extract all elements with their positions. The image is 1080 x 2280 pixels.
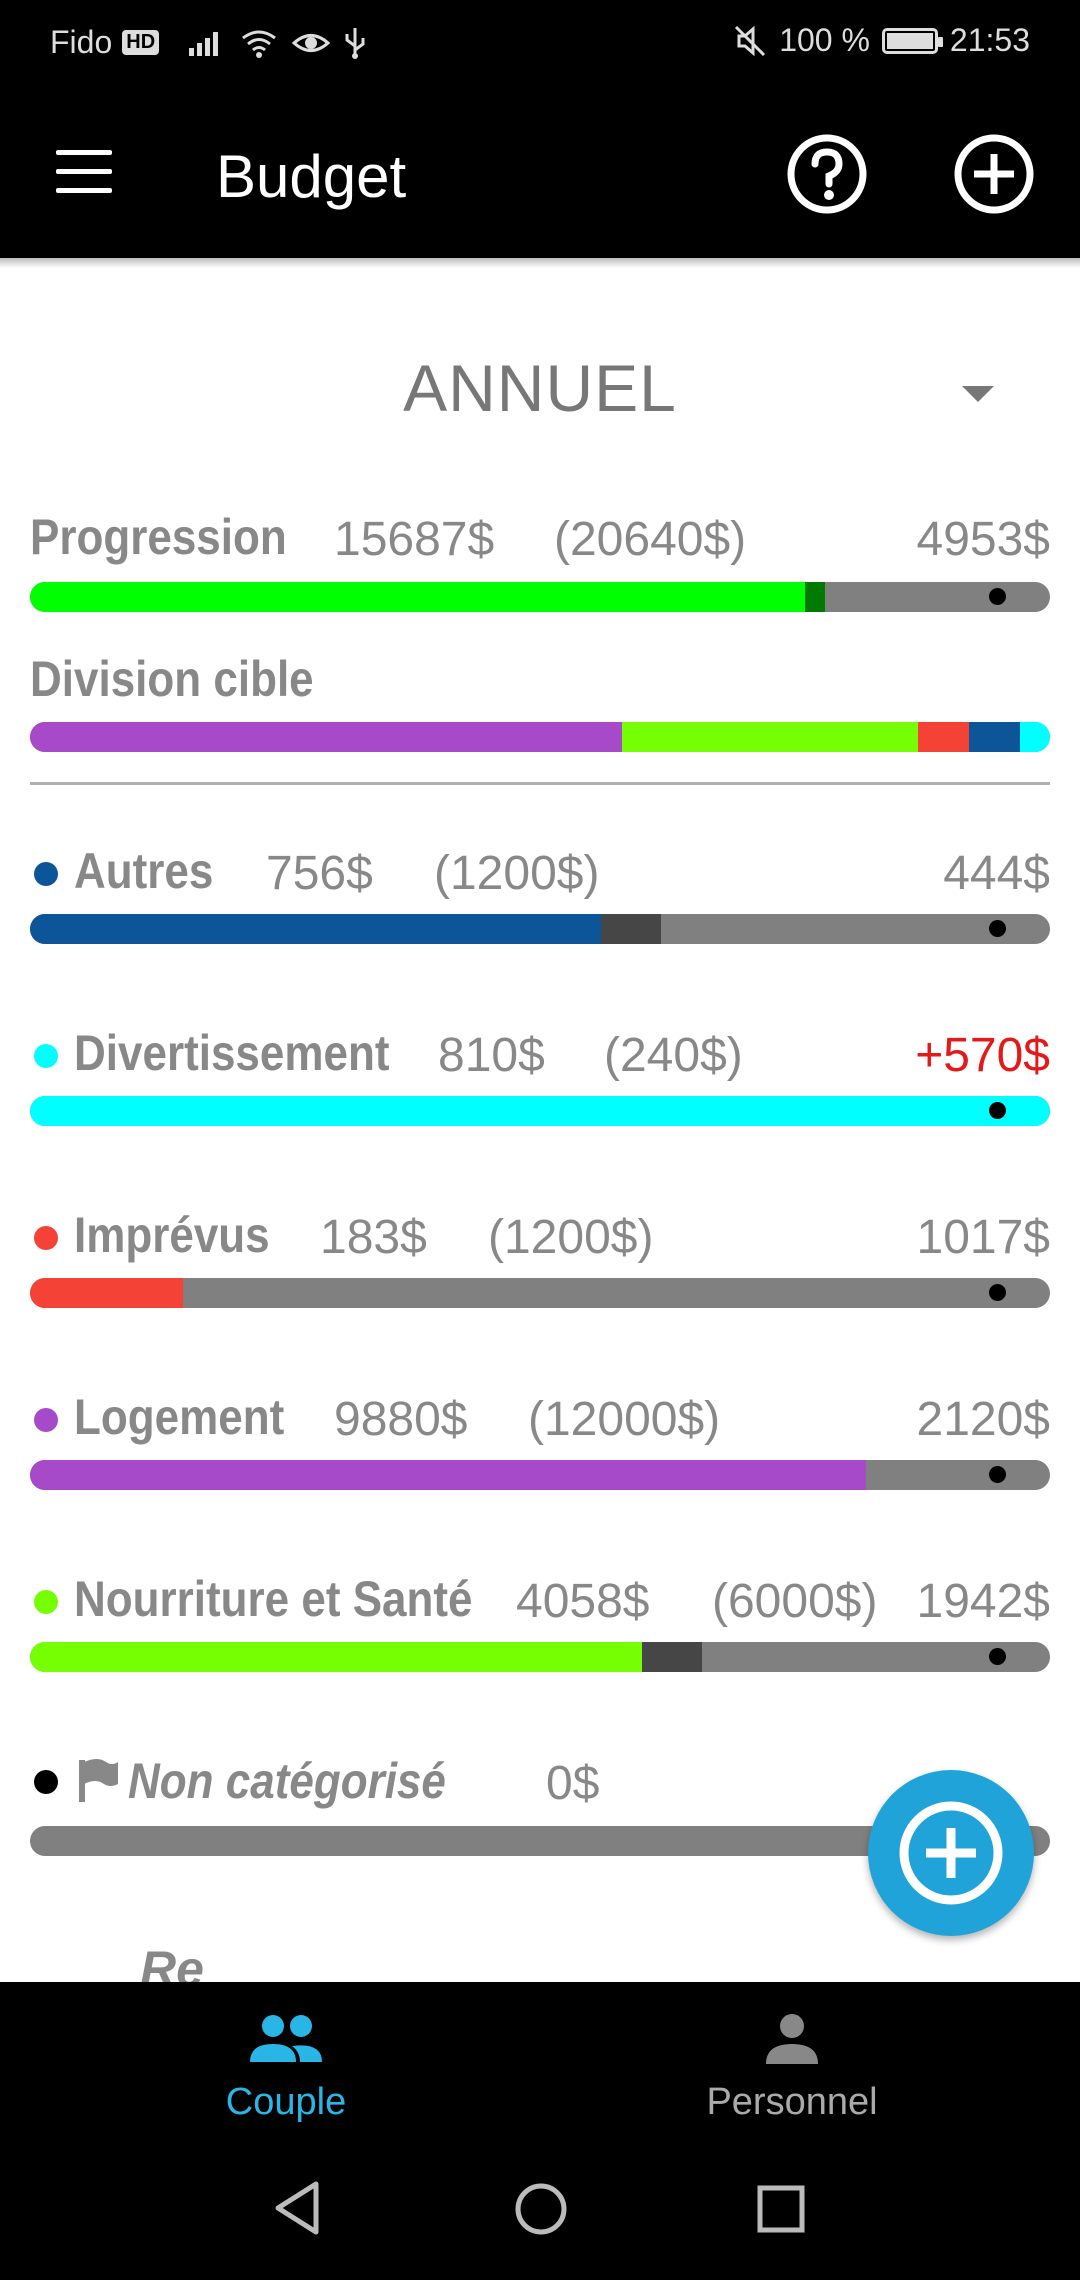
tab-couple[interactable]: Couple [136, 2012, 436, 2124]
uncategorized-label: Non catégorisé [128, 1753, 446, 1809]
division-segment [622, 722, 918, 752]
battery-icon [881, 27, 943, 54]
category-dot [34, 1226, 58, 1250]
recents-nav-icon[interactable] [756, 2184, 806, 2234]
progression-bar [30, 582, 1050, 612]
signal-icon [189, 31, 219, 56]
status-left: Fido HD [50, 24, 367, 61]
division-segment [918, 722, 969, 752]
eye-icon [291, 33, 331, 52]
division-label: Division cible [30, 651, 314, 707]
battery-percent: 100 % [779, 22, 870, 58]
progression-marker [989, 588, 1006, 605]
page-title: Budget [216, 143, 407, 210]
category-label[interactable]: Autres [74, 842, 213, 900]
progression-remaining: 4953$ [916, 513, 1050, 566]
status-bar: Fido HD 100 % 21:53 [0, 0, 1080, 90]
carrier-label: Fido [50, 24, 113, 60]
app-bar-shadow [0, 258, 1080, 268]
category-remaining: 2120$ [916, 1393, 1050, 1446]
category-spent: 183$ [320, 1211, 427, 1264]
wifi-icon [242, 30, 277, 58]
category-label[interactable]: Logement [74, 1388, 284, 1446]
category-label[interactable]: Imprévus [74, 1206, 270, 1264]
plus-circle-icon [899, 1801, 1003, 1905]
category-spent: 756$ [266, 847, 373, 900]
category-remaining: +570$ [915, 1029, 1050, 1082]
add-icon[interactable] [954, 134, 1034, 214]
category-marker [989, 1284, 1006, 1301]
division-bar [30, 722, 1050, 752]
usb-icon [345, 27, 365, 59]
category-today-segment [642, 1642, 702, 1672]
hd-badge: HD [122, 30, 160, 55]
category-marker [989, 1648, 1006, 1665]
help-icon[interactable] [787, 134, 867, 214]
progression-budget: (20640$) [554, 513, 747, 566]
division-segment [30, 722, 622, 752]
category-dot [34, 862, 58, 886]
category-marker [989, 1466, 1006, 1483]
category-spent: 810$ [438, 1029, 545, 1082]
category-budget: (1200$) [488, 1211, 654, 1264]
category-marker [989, 920, 1006, 937]
category-today-segment [601, 914, 661, 944]
category-bar [30, 1278, 1050, 1308]
category-budget: (1200$) [434, 847, 600, 900]
division-segment [969, 722, 1020, 752]
category-spent: 4058$ [516, 1575, 650, 1628]
category-budget: (12000$) [528, 1393, 721, 1446]
menu-icon[interactable] [56, 150, 112, 194]
home-nav-icon[interactable] [514, 2182, 568, 2236]
period-selector[interactable]: ANNUEL [0, 350, 1080, 426]
category-budget: (240$) [604, 1029, 743, 1082]
category-fill [30, 914, 601, 944]
people-icon [250, 2015, 322, 2062]
category-remaining: 1942$ [916, 1575, 1050, 1628]
category-fill [30, 1278, 183, 1308]
uncategorized-spent: 0$ [546, 1757, 600, 1810]
progression-spent: 15687$ [334, 513, 495, 566]
category-bar [30, 1642, 1050, 1672]
mute-icon [735, 25, 766, 56]
bottom-navigation: Couple Personnel [0, 1982, 1080, 2280]
division-segment [1020, 722, 1050, 752]
divider [30, 782, 1050, 785]
back-nav-icon[interactable] [272, 2180, 322, 2236]
add-transaction-button[interactable] [868, 1770, 1034, 1936]
tab-personnel-label: Personnel [706, 2081, 878, 2123]
category-remaining: 444$ [943, 847, 1050, 900]
person-icon [766, 2014, 818, 2064]
dropdown-arrow-icon[interactable] [962, 386, 994, 402]
category-marker [989, 1102, 1006, 1119]
category-fill [30, 1096, 1050, 1126]
category-bar [30, 914, 1050, 944]
progression-label: Progression [30, 509, 287, 565]
category-fill [30, 1460, 866, 1490]
category-dot [34, 1044, 58, 1068]
tab-couple-label: Couple [225, 2081, 347, 2123]
category-fill [30, 1642, 642, 1672]
cutoff-row: Re [140, 1950, 204, 1982]
category-remaining: 1017$ [916, 1211, 1050, 1264]
category-bar [30, 1096, 1050, 1126]
progression-today-segment [805, 582, 825, 612]
flag-icon [79, 1759, 118, 1802]
category-label[interactable]: Divertissement [74, 1024, 389, 1082]
category-spent: 9880$ [334, 1393, 468, 1446]
tab-personnel[interactable]: Personnel [642, 2012, 942, 2124]
category-label[interactable]: Nourriture et Santé [74, 1570, 473, 1628]
category-bar [30, 1460, 1050, 1490]
status-right: 100 % 21:53 [733, 22, 1030, 59]
uncategorized-dot [34, 1770, 58, 1794]
category-dot [34, 1590, 58, 1614]
category-dot [34, 1408, 58, 1432]
clock: 21:53 [949, 22, 1030, 58]
category-budget: (6000$) [712, 1575, 878, 1628]
app-bar: Budget [0, 90, 1080, 258]
progression-fill [30, 582, 805, 612]
